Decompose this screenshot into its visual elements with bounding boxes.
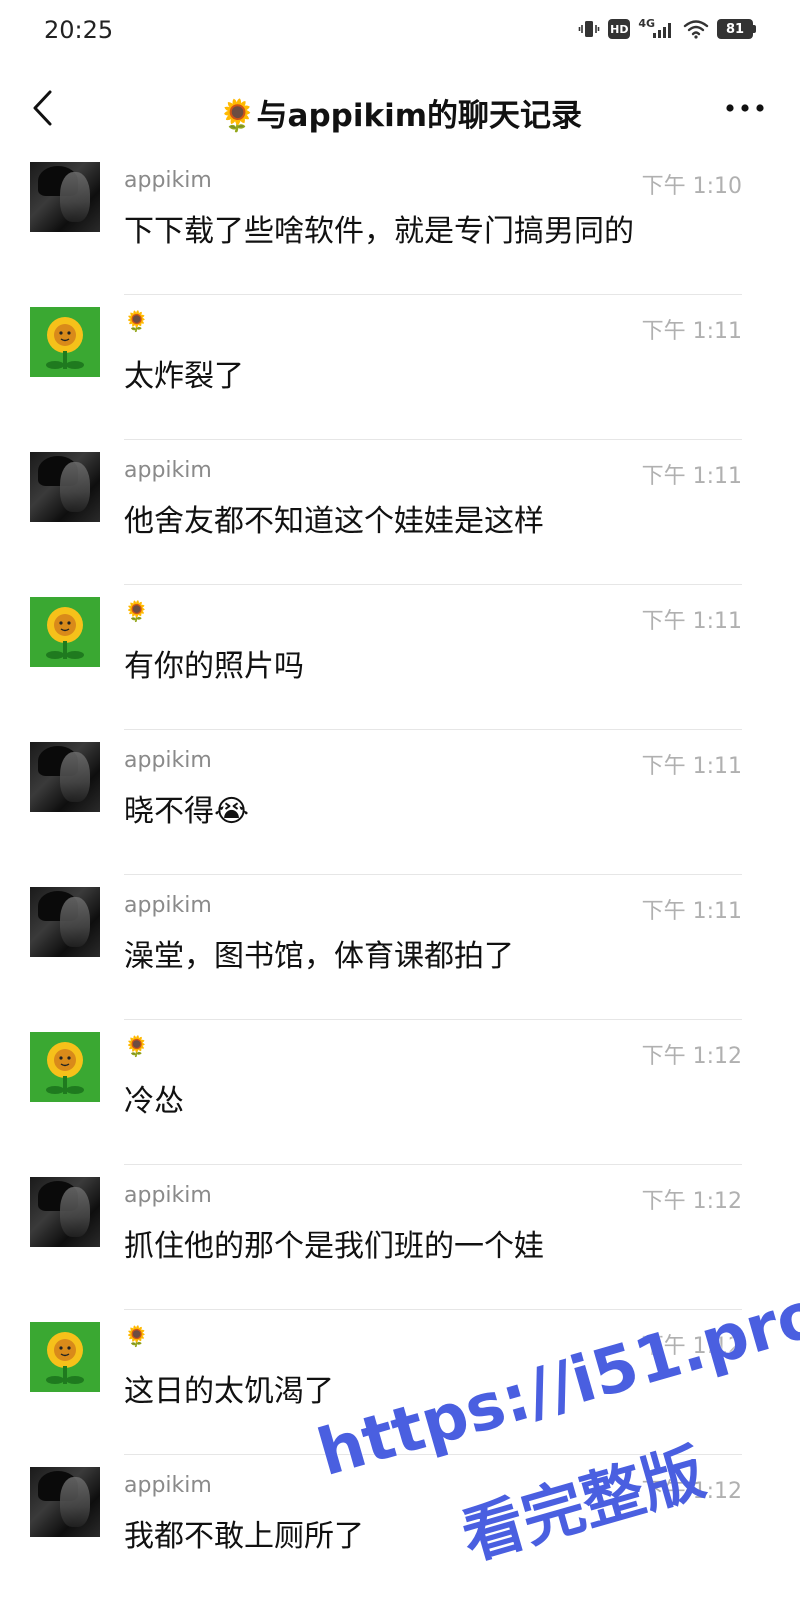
message-text: 太炸裂了: [124, 359, 244, 394]
status-time: 20:25: [44, 16, 114, 44]
network-label: 4G: [638, 16, 655, 30]
sender-name: appikim: [124, 168, 212, 193]
sender-name: appikim: [124, 893, 212, 918]
message-item[interactable]: appikim 下午 1:11 澡堂，图书馆，体育课都拍了: [0, 875, 800, 1020]
message-text: 晓不得😭: [124, 794, 250, 829]
more-button[interactable]: [720, 86, 770, 130]
page-title: 🌻与appikim的聊天记录: [217, 98, 583, 134]
sunflower-icon: [30, 597, 100, 667]
message-list: appikim 下午 1:10 下下载了些啥软件，就是专门搞男同的 🌻 下午 1…: [0, 150, 800, 1600]
message-time: 下午 1:11: [641, 464, 742, 489]
message-text: 我都不敢上厕所了: [124, 1519, 364, 1554]
sunflower-icon: [30, 1322, 100, 1392]
message-time: 下午 1:11: [641, 609, 742, 634]
nav-bar: 🌻与appikim的聊天记录: [0, 72, 800, 144]
message-time: 下午 1:12: [641, 1479, 742, 1504]
status-icons: HD 4G 81: [578, 16, 756, 40]
message-item[interactable]: appikim 下午 1:11 他舍友都不知道这个娃娃是这样: [0, 440, 800, 585]
avatar[interactable]: [30, 597, 100, 667]
message-item[interactable]: 🌻 下午 1:12 冷怂: [0, 1020, 800, 1165]
message-time: 下午 1:11: [641, 754, 742, 779]
message-time: 下午 1:10: [641, 174, 742, 199]
message-time: 下午 1:12: [641, 1189, 742, 1214]
battery-icon: 81: [717, 19, 756, 39]
battery-level: 81: [717, 19, 753, 39]
sender-name: appikim: [124, 748, 212, 773]
message-item[interactable]: appikim 下午 1:12 抓住他的那个是我们班的一个娃: [0, 1165, 800, 1310]
avatar[interactable]: [30, 1322, 100, 1392]
avatar[interactable]: [30, 1032, 100, 1102]
message-item[interactable]: 🌻 下午 1:11 有你的照片吗: [0, 585, 800, 730]
avatar[interactable]: [30, 1177, 100, 1247]
message-text: 澡堂，图书馆，体育课都拍了: [124, 939, 514, 974]
message-item[interactable]: appikim 下午 1:12 我都不敢上厕所了: [0, 1455, 800, 1600]
message-text: 抓住他的那个是我们班的一个娃: [124, 1229, 544, 1264]
sender-name: 🌻: [124, 599, 149, 623]
sender-name: appikim: [124, 1473, 212, 1498]
sender-name: appikim: [124, 1183, 212, 1208]
hd-badge: HD: [608, 19, 631, 39]
more-dots-icon: [726, 104, 764, 112]
signal-icon: 4G: [638, 16, 675, 39]
message-text: 下下载了些啥软件，就是专门搞男同的: [124, 214, 634, 249]
status-bar: 20:25 HD 4G 81: [0, 0, 800, 64]
message-text: 他舍友都不知道这个娃娃是这样: [124, 504, 544, 539]
wifi-icon: [683, 19, 709, 39]
vibrate-icon: [578, 18, 600, 40]
message-item[interactable]: 🌻 下午 1:12 这日的太饥渴了: [0, 1310, 800, 1455]
sunflower-icon: [30, 1032, 100, 1102]
avatar[interactable]: [30, 307, 100, 377]
avatar[interactable]: [30, 1467, 100, 1537]
message-time: 下午 1:11: [641, 319, 742, 344]
sender-name: appikim: [124, 458, 212, 483]
message-item[interactable]: 🌻 下午 1:11 太炸裂了: [0, 295, 800, 440]
message-item[interactable]: appikim 下午 1:11 晓不得😭: [0, 730, 800, 875]
message-text: 这日的太饥渴了: [124, 1374, 334, 1409]
sender-name: 🌻: [124, 1034, 149, 1058]
message-text: 有你的照片吗: [124, 649, 304, 684]
message-time: 下午 1:12: [641, 1334, 742, 1359]
avatar[interactable]: [30, 742, 100, 812]
avatar[interactable]: [30, 452, 100, 522]
sender-name: 🌻: [124, 309, 149, 333]
message-time: 下午 1:11: [641, 899, 742, 924]
message-text: 冷怂: [124, 1084, 184, 1119]
avatar[interactable]: [30, 887, 100, 957]
message-item[interactable]: appikim 下午 1:10 下下载了些啥软件，就是专门搞男同的: [0, 150, 800, 295]
avatar[interactable]: [30, 162, 100, 232]
message-time: 下午 1:12: [641, 1044, 742, 1069]
sender-name: 🌻: [124, 1324, 149, 1348]
sunflower-icon: [30, 307, 100, 377]
